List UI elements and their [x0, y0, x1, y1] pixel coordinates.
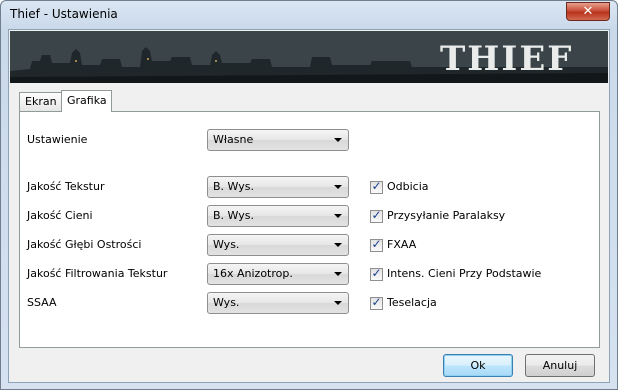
texture-filtering-label: Jakość Filtrowania Tekstur — [27, 267, 168, 280]
checkmark-icon: ✓ — [371, 179, 382, 193]
title-bar[interactable]: Thief - Ustawienia ✕ — [1, 1, 617, 29]
dialog-body: THIEF Ekran Grafika Ustawienie Własne Ja… — [8, 29, 610, 383]
texture-quality-label: Jakość Tekstur — [27, 180, 105, 193]
ssaa-label: SSAA — [27, 296, 57, 309]
preset-value: Własne — [213, 133, 254, 146]
settings-window: Thief - Ustawienia ✕ THIEF Ekran Grafika… — [0, 0, 618, 390]
fxaa-checkbox[interactable]: ✓ — [370, 237, 383, 252]
shadow-quality-label: Jakość Cieni — [27, 209, 93, 222]
shadow-quality-value: B. Wys. — [213, 209, 254, 222]
chevron-down-icon — [334, 243, 342, 247]
tab-grafika[interactable]: Grafika — [61, 90, 112, 112]
ssaa-dropdown[interactable]: Wys. — [207, 292, 349, 314]
dof-quality-value: Wys. — [213, 238, 240, 251]
window-title: Thief - Ustawienia — [10, 7, 118, 21]
texture-filtering-value: 16x Anizotrop. — [213, 267, 293, 280]
dof-quality-dropdown[interactable]: Wys. — [207, 234, 349, 256]
parallax-label: Przysyłanie Paralaksy — [387, 209, 506, 222]
reflections-checkbox[interactable]: ✓ — [370, 179, 383, 194]
chevron-down-icon — [334, 301, 342, 305]
texture-quality-value: B. Wys. — [213, 180, 254, 193]
chevron-down-icon — [334, 138, 342, 142]
tessellation-label: Teselacja — [387, 296, 437, 309]
tessellation-checkbox[interactable]: ✓ — [370, 295, 383, 310]
chevron-down-icon — [334, 185, 342, 189]
close-button[interactable]: ✕ — [566, 2, 610, 21]
checkmark-icon: ✓ — [371, 295, 382, 309]
reflections-label: Odbicia — [387, 180, 429, 193]
game-banner: THIEF — [10, 31, 608, 83]
shadow-quality-dropdown[interactable]: B. Wys. — [207, 205, 349, 227]
contact-shadows-checkbox[interactable]: ✓ — [370, 266, 383, 281]
preset-label: Ustawienie — [27, 133, 88, 146]
thief-logo: THIEF — [440, 39, 574, 79]
ok-button[interactable]: Ok — [443, 354, 513, 377]
fxaa-label: FXAA — [387, 238, 417, 251]
checkmark-icon: ✓ — [371, 266, 382, 280]
parallax-checkbox[interactable]: ✓ — [370, 208, 383, 223]
checkmark-icon: ✓ — [371, 237, 382, 251]
tab-ekran[interactable]: Ekran — [19, 92, 62, 111]
chevron-down-icon — [334, 272, 342, 276]
ssaa-value: Wys. — [213, 296, 240, 309]
contact-shadows-label: Intens. Cieni Przy Podstawie — [387, 267, 542, 280]
chevron-down-icon — [334, 214, 342, 218]
checkmark-icon: ✓ — [371, 208, 382, 222]
close-icon: ✕ — [582, 4, 594, 19]
preset-dropdown[interactable]: Własne — [207, 129, 349, 151]
cancel-button[interactable]: Anuluj — [525, 354, 595, 377]
texture-filtering-dropdown[interactable]: 16x Anizotrop. — [207, 263, 349, 285]
texture-quality-dropdown[interactable]: B. Wys. — [207, 176, 349, 198]
dof-quality-label: Jakość Głębi Ostrości — [27, 238, 142, 251]
graphics-panel: Ustawienie Własne Jakość Tekstur B. Wys.… — [19, 111, 600, 348]
